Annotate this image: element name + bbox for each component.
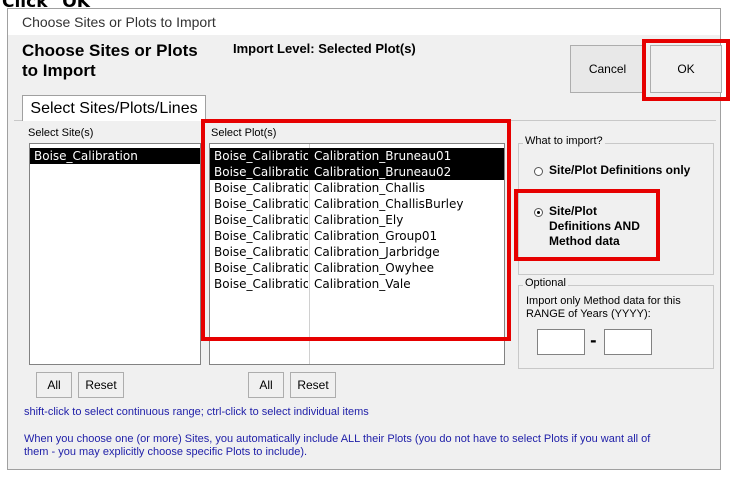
sites-plots-note: When you choose one (or more) Sites, you… [24,433,651,458]
ok-highlight-box [642,39,730,101]
radio-definitions-only[interactable] [534,167,543,176]
sites-all-button[interactable]: All [36,372,72,398]
window-title: Choose Sites or Plots to Import [8,9,720,35]
optional-description: Import only Method data for this RANGE o… [526,295,681,320]
sites-label: Select Site(s) [28,127,94,139]
radio-definitions-only-label[interactable]: Site/Plot Definitions only [549,163,699,178]
import-dialog: Choose Sites or Plots to Import Choose S… [7,8,730,470]
year-to-input[interactable] [604,329,652,355]
year-range-separator: - [590,331,597,350]
selection-hint: shift-click to select continuous range; … [24,406,369,418]
year-from-input[interactable] [537,329,585,355]
optional-legend: Optional [523,277,568,289]
plots-highlight-box [201,119,511,341]
cancel-button[interactable]: Cancel [570,45,645,93]
tab-select-sites-plots-lines[interactable]: Select Sites/Plots/Lines [22,95,206,121]
sites-listbox[interactable]: Boise_Calibration [29,143,201,365]
what-to-import-legend: What to import? [523,135,605,147]
method-data-highlight-box [514,189,660,261]
dialog-heading: Choose Sites or Plots to Import [22,41,198,80]
sites-reset-button[interactable]: Reset [78,372,124,398]
plots-all-button[interactable]: All [248,372,284,398]
site-name: Boise_Calibration [34,149,138,163]
import-level-label: Import Level: Selected Plot(s) [233,41,416,56]
list-item[interactable]: Boise_Calibration [30,148,200,164]
plots-reset-button[interactable]: Reset [290,372,336,398]
